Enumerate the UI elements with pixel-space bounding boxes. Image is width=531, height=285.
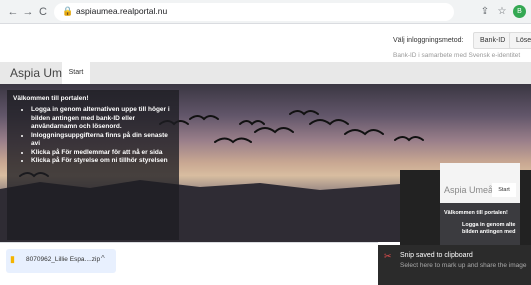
- list-item: Logga in genom alternativen uppe till hö…: [31, 106, 173, 132]
- list-item: bilden antingen med: [462, 229, 516, 235]
- list-item: Klicka på För medlemmar för att nå er si…: [31, 149, 173, 158]
- site-header: Aspia Umeå Start: [0, 62, 531, 84]
- preview-welcome-title: Välkommen till portalen!: [444, 210, 508, 216]
- bankid-button[interactable]: Bank-ID: [473, 32, 513, 49]
- forward-icon[interactable]: →: [21, 5, 35, 19]
- download-filename: 8070962_Lillie Espa....zip: [26, 256, 101, 263]
- welcome-panel: Välkommen till portalen! Logga in genom …: [7, 90, 179, 240]
- preview-site-name: Aspia Umeå: [444, 185, 494, 195]
- login-hint: Bank-ID i samarbete med Svensk e-identit…: [393, 52, 521, 59]
- preview-header: Aspia Umeå Start: [440, 163, 520, 203]
- chevron-up-icon[interactable]: ^: [101, 254, 105, 263]
- list-item: Logga in genom alte: [462, 222, 520, 229]
- welcome-title: Välkommen till portalen!: [13, 95, 89, 102]
- welcome-list: Logga in genom alternativen uppe till hö…: [13, 106, 173, 166]
- list-item: Klicka på För styrelse om ni tillhör sty…: [31, 157, 173, 166]
- star-icon[interactable]: ☆: [495, 5, 509, 19]
- browser-toolbar: ← → C 🔒 aspiaumea.realportal.nu ⇪ ☆ B: [0, 0, 531, 24]
- tab-start[interactable]: Start: [62, 62, 90, 84]
- preview-list: Logga in genom alte bilden antingen med: [448, 222, 520, 236]
- back-icon[interactable]: ←: [6, 5, 20, 19]
- download-bar: ▮ 8070962_Lillie Espa....zip ^: [0, 242, 378, 285]
- reload-icon[interactable]: C: [36, 5, 50, 19]
- lock-icon: 🔒: [62, 6, 74, 16]
- scissors-icon: ✂: [384, 251, 392, 261]
- snip-notification[interactable]: ✂ Snip saved to clipboard Select here to…: [378, 245, 531, 285]
- profile-avatar[interactable]: B: [513, 5, 526, 18]
- login-method-label: Välj inloggningsmetod:: [393, 37, 464, 44]
- url-text: aspiaumea.realportal.nu: [76, 6, 168, 16]
- list-item: Inloggningsuppgifterna finns på din sena…: [31, 132, 173, 149]
- address-bar[interactable]: 🔒 aspiaumea.realportal.nu: [54, 3, 454, 21]
- toast-title: Snip saved to clipboard: [400, 252, 473, 259]
- zip-file-icon: ▮: [10, 254, 15, 264]
- preview-tab-start: Start: [492, 183, 516, 197]
- password-button[interactable]: Lösen: [509, 32, 531, 49]
- download-item[interactable]: ▮ 8070962_Lillie Espa....zip ^: [6, 249, 116, 273]
- share-icon[interactable]: ⇪: [478, 5, 492, 19]
- toast-body: Select here to mark up and share the ima…: [400, 262, 527, 269]
